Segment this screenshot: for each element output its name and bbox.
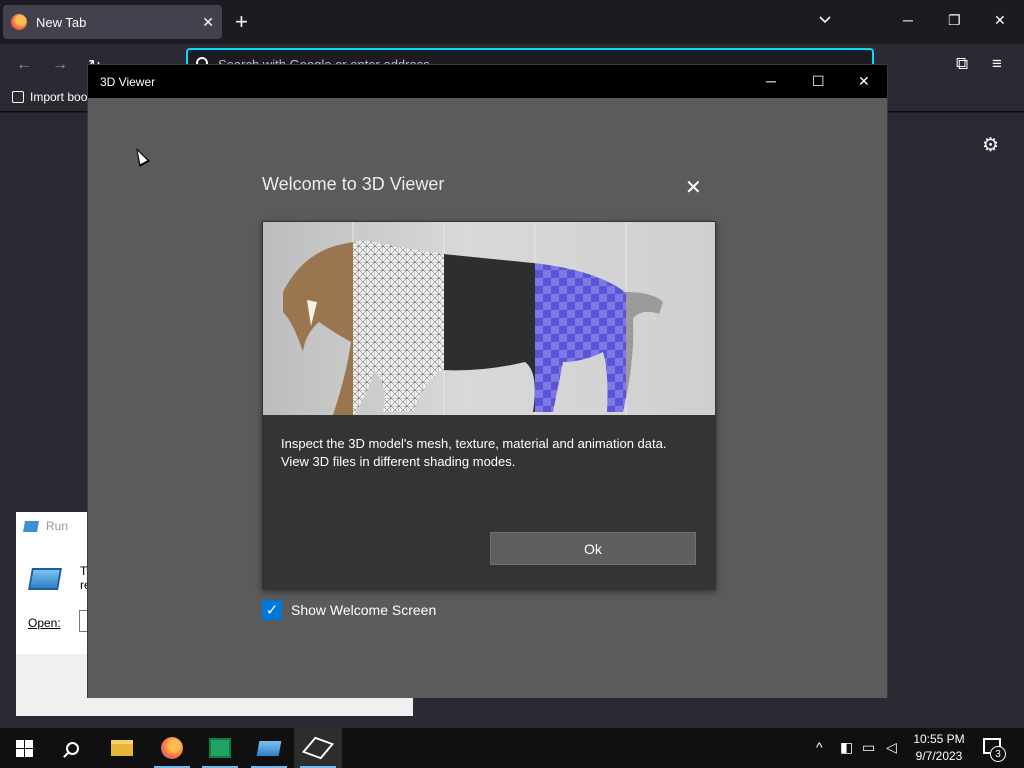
welcome-title: Welcome to 3D Viewer <box>262 174 445 194</box>
notification-count-badge: 3 <box>990 746 1006 762</box>
spreadsheet-icon <box>209 738 231 758</box>
welcome-description: Inspect the 3D model's mesh, texture, ma… <box>281 435 701 471</box>
window-title: 3D Viewer <box>100 74 156 89</box>
taskbar-file-explorer[interactable] <box>98 728 146 768</box>
browser-tab-bar: New Tab ✕ + ─ ❐ ✕ <box>0 0 1024 44</box>
list-all-tabs-icon[interactable] <box>817 12 833 28</box>
ok-button[interactable]: Ok <box>490 532 696 565</box>
run-icon <box>256 740 282 756</box>
tab-close-icon[interactable]: ✕ <box>202 14 214 31</box>
clock[interactable]: 10:55 PM 9/7/2023 <box>912 731 966 765</box>
firefox-icon <box>161 737 183 759</box>
tab-new-tab[interactable]: New Tab ✕ <box>3 5 222 39</box>
app-menu-button[interactable]: ≡ <box>992 54 1002 74</box>
taskbar-firefox[interactable] <box>148 728 196 768</box>
sabertooth-model-illustration <box>283 222 663 415</box>
clock-time: 10:55 PM <box>913 732 965 746</box>
browser-restore-button[interactable]: ❐ <box>948 12 961 29</box>
browser-minimize-button[interactable]: ─ <box>903 12 913 28</box>
meet-now-icon[interactable]: ◧ <box>840 739 853 756</box>
folder-icon <box>111 740 133 756</box>
browser-close-button[interactable]: ✕ <box>994 12 1006 29</box>
show-hidden-icons-button[interactable]: ^ <box>816 739 823 755</box>
firefox-icon <box>11 14 27 30</box>
taskbar-run[interactable] <box>245 728 293 768</box>
3d-viewer-body: Welcome to 3D Viewer ✕ Inspect the 3D mo… <box>88 98 887 698</box>
windows-icon <box>15 739 33 757</box>
forward-button[interactable]: → <box>52 56 68 74</box>
run-open-label: Open: <box>28 616 61 630</box>
import-icon <box>12 91 24 103</box>
viewer-minimize-button[interactable]: ─ <box>766 73 776 89</box>
volume-muted-icon[interactable]: ◁ <box>886 739 897 756</box>
cube-icon <box>301 736 335 760</box>
show-welcome-checkbox[interactable]: ✓ <box>262 600 282 620</box>
3d-viewer-window: 3D Viewer ─ ☐ ✕ Welcome to 3D Viewer ✕ I… <box>87 64 888 698</box>
taskbar-3d-viewer[interactable] <box>294 728 342 768</box>
back-button[interactable]: ← <box>16 56 32 74</box>
viewer-close-button[interactable]: ✕ <box>858 73 870 90</box>
run-program-icon <box>28 568 62 590</box>
import-bookmarks-label: Import boo <box>30 90 88 104</box>
welcome-description-line1: Inspect the 3D model's mesh, texture, ma… <box>281 436 667 451</box>
tab-title: New Tab <box>36 14 87 30</box>
clock-date: 9/7/2023 <box>915 749 963 763</box>
taskbar: ^ ◧ ▭ ◁ 10:55 PM 9/7/2023 3 <box>0 728 1024 768</box>
3d-viewer-title-bar: 3D Viewer ─ ☐ ✕ <box>88 65 887 98</box>
taskbar-spreadsheet[interactable] <box>196 728 244 768</box>
run-icon <box>23 520 39 532</box>
search-icon <box>65 741 79 755</box>
run-title: Run <box>46 519 69 533</box>
network-icon[interactable]: ▭ <box>862 739 875 756</box>
welcome-description-line2: View 3D files in different shading modes… <box>281 454 516 469</box>
new-tab-button[interactable]: + <box>235 10 248 34</box>
show-welcome-label: Show Welcome Screen <box>291 602 437 618</box>
start-button[interactable] <box>0 728 48 768</box>
import-bookmarks-button[interactable]: Import boo <box>12 90 87 104</box>
extensions-icon[interactable]: ⧉ <box>956 54 968 74</box>
welcome-close-icon[interactable]: ✕ <box>685 178 702 198</box>
welcome-card: Inspect the 3D model's mesh, texture, ma… <box>262 221 716 590</box>
viewer-maximize-button[interactable]: ☐ <box>812 73 825 90</box>
show-welcome-screen-option[interactable]: ✓ Show Welcome Screen <box>262 600 436 620</box>
taskbar-search-button[interactable] <box>48 728 96 768</box>
welcome-hero-image <box>263 222 715 415</box>
gear-icon[interactable]: ⚙ <box>982 134 999 157</box>
